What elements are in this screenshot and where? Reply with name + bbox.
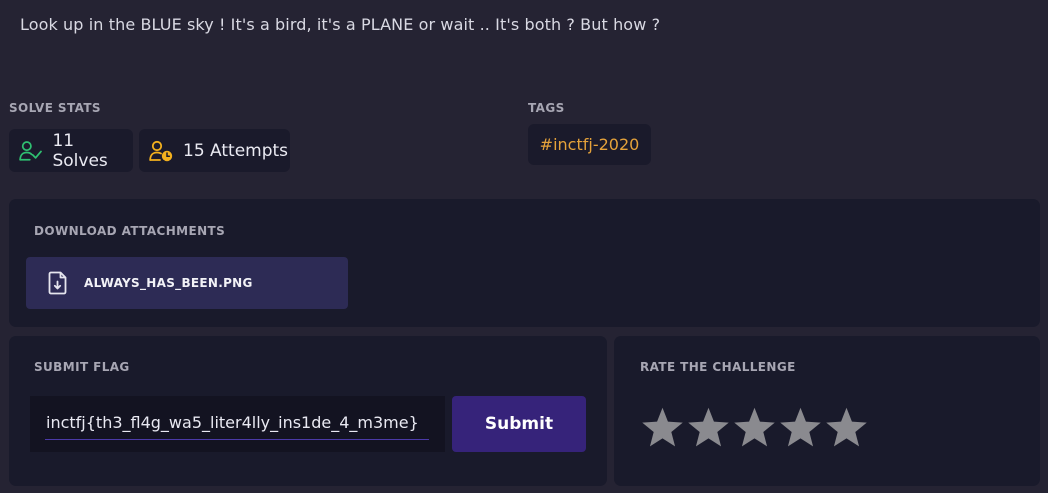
solves-stat: 11 Solves — [9, 129, 133, 172]
tag-badge[interactable]: #inctfj-2020 — [528, 124, 651, 165]
attachment-filename: ALWAYS_HAS_BEEN.PNG — [84, 276, 253, 290]
user-check-icon — [19, 140, 42, 161]
rating-label: RATE THE CHALLENGE — [640, 360, 796, 374]
star-icon[interactable] — [732, 405, 777, 451]
file-download-icon — [48, 271, 67, 295]
challenge-description: Look up in the BLUE sky ! It's a bird, i… — [20, 15, 661, 34]
solves-count: 11 Solves — [52, 130, 108, 171]
star-icon[interactable] — [778, 405, 823, 451]
star-icon[interactable] — [686, 405, 731, 451]
attachment-download-button[interactable]: ALWAYS_HAS_BEEN.PNG — [26, 257, 348, 309]
star-rating — [640, 405, 869, 451]
attempts-count: 15 Attempts — [183, 140, 289, 161]
submit-button[interactable]: Submit — [452, 396, 586, 452]
submit-flag-label: SUBMIT FLAG — [34, 360, 130, 374]
attachments-label: DOWNLOAD ATTACHMENTS — [34, 224, 226, 238]
challenge-page: Look up in the BLUE sky ! It's a bird, i… — [0, 0, 1048, 493]
attempts-stat: 15 Attempts — [139, 129, 290, 172]
star-icon[interactable] — [640, 405, 685, 451]
user-clock-icon — [149, 140, 173, 161]
tags-label: TAGS — [528, 101, 565, 115]
flag-input[interactable] — [45, 406, 429, 440]
flag-field-container — [30, 396, 445, 452]
star-icon[interactable] — [824, 405, 869, 451]
solve-stats-label: SOLVE STATS — [9, 101, 101, 115]
